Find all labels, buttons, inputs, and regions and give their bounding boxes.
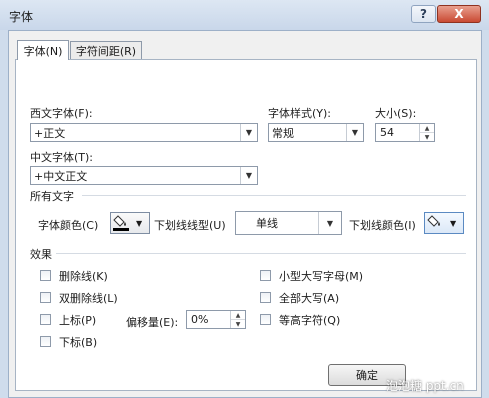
tab-panel: 西文字体(F): +正文 ▼ 字体样式(Y): 常规 ▼ 大小(S): 54 ▲… (15, 59, 477, 391)
all-caps-label: 全部大写(A) (279, 292, 340, 305)
dropdown-arrow-icon[interactable]: ▼ (240, 167, 257, 184)
subscript-label: 下标(B) (59, 336, 98, 349)
size-spinner[interactable]: 54 ▲ ▼ (375, 123, 435, 142)
dropdown-arrow-icon: ▼ (450, 218, 457, 228)
asian-font-label: 中文字体(T): (30, 151, 94, 164)
underline-color-button[interactable]: ▼ (424, 212, 464, 234)
tab-font[interactable]: 字体(N) (17, 40, 69, 60)
underline-color-label: 下划线颜色(I) (349, 219, 416, 232)
all-caps-checkbox[interactable] (260, 292, 271, 303)
spin-up-icon[interactable]: ▲ (420, 124, 434, 133)
font-color-label: 字体颜色(C) (38, 219, 99, 232)
divider (82, 195, 466, 196)
help-icon: ? (420, 7, 427, 21)
equalize-height-label: 等高字符(Q) (279, 314, 341, 327)
dropdown-arrow-icon[interactable]: ▼ (346, 124, 363, 141)
close-icon: X (454, 7, 464, 21)
spin-up-icon[interactable]: ▲ (231, 311, 245, 320)
dropdown-arrow-icon[interactable]: ▼ (318, 212, 341, 234)
font-style-value: 常规 (272, 126, 294, 140)
dialog-title: 字体 (9, 10, 34, 24)
font-color-button[interactable]: ▼ (110, 212, 150, 234)
dialog-body: 字体(N) 字符间距(R) 西文字体(F): +正文 ▼ 字体样式(Y): 常规… (8, 30, 482, 398)
size-label: 大小(S): (375, 107, 417, 120)
small-caps-label: 小型大写字母(M) (279, 270, 364, 283)
offset-label: 偏移量(E): (126, 316, 179, 329)
latin-font-value: +正文 (34, 126, 66, 140)
dropdown-arrow-icon[interactable]: ▼ (240, 124, 257, 141)
divider (56, 253, 466, 254)
paint-bucket-icon (113, 215, 129, 231)
strikethrough-label: 删除线(K) (59, 270, 108, 283)
font-style-select[interactable]: 常规 ▼ (268, 123, 364, 142)
spin-down-icon[interactable]: ▼ (420, 133, 434, 141)
latin-font-label: 西文字体(F): (30, 107, 93, 120)
double-strikethrough-label: 双删除线(L) (59, 292, 118, 305)
double-strikethrough-checkbox[interactable] (40, 292, 51, 303)
latin-font-select[interactable]: +正文 ▼ (30, 123, 258, 142)
dropdown-arrow-icon: ▼ (136, 218, 143, 228)
all-text-title: 所有文字 (30, 190, 74, 203)
offset-spinner[interactable]: 0% ▲ ▼ (186, 310, 246, 329)
watermark: 泡泡糖 ppt.cn (386, 379, 464, 393)
underline-style-select[interactable]: 单线 ▼ (235, 211, 342, 235)
subscript-checkbox[interactable] (40, 336, 51, 347)
spin-down-icon[interactable]: ▼ (231, 320, 245, 328)
small-caps-checkbox[interactable] (260, 270, 271, 281)
close-button[interactable]: X (437, 5, 481, 23)
strikethrough-checkbox[interactable] (40, 270, 51, 281)
underline-style-value: 单线 (256, 217, 278, 230)
superscript-label: 上标(P) (59, 314, 97, 327)
help-button[interactable]: ? (411, 5, 436, 23)
asian-font-value: +中文正文 (34, 169, 88, 183)
font-style-label: 字体样式(Y): (268, 107, 332, 120)
underline-style-label: 下划线线型(U) (154, 219, 226, 232)
equalize-height-checkbox[interactable] (260, 314, 271, 325)
offset-value[interactable]: 0% (187, 313, 230, 326)
effects-title: 效果 (30, 248, 52, 261)
size-value[interactable]: 54 (376, 126, 419, 139)
tab-character-spacing[interactable]: 字符间距(R) (70, 41, 142, 59)
asian-font-select[interactable]: +中文正文 ▼ (30, 166, 258, 185)
paint-bucket-icon (427, 215, 440, 227)
superscript-checkbox[interactable] (40, 314, 51, 325)
